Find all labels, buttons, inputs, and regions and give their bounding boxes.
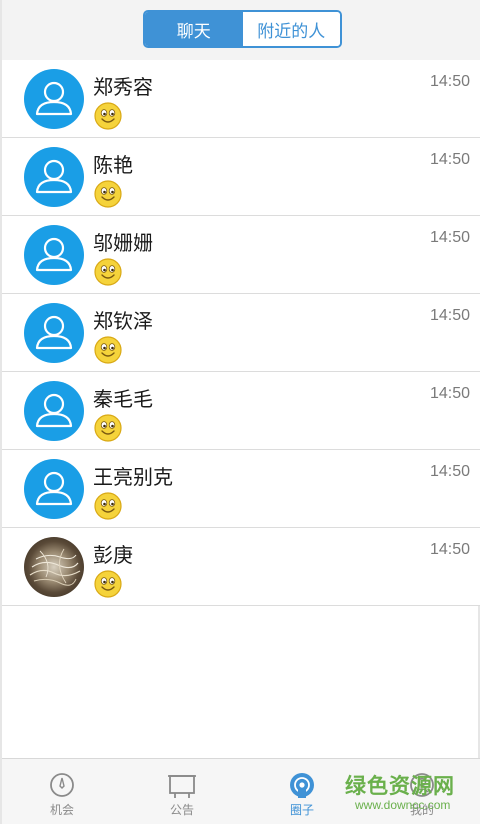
message-time: 14:50 [429, 463, 470, 480]
avatar-photo [24, 537, 84, 597]
smile-emoji-icon [94, 414, 122, 442]
chat-row[interactable]: 陈艳 14:50 [2, 138, 480, 216]
person-icon [35, 159, 73, 194]
chat-row[interactable]: 王亮别克 14:50 [2, 450, 480, 528]
tab-label: 公告 [169, 803, 194, 817]
message-time: 14:50 [429, 73, 470, 90]
smile-emoji-icon [94, 180, 122, 208]
smile-emoji-icon [94, 102, 122, 130]
chat-row[interactable]: 邬姗姗 14:50 [2, 216, 480, 294]
contact-name: 王亮别克 [93, 465, 173, 489]
smile-emoji-icon [94, 258, 122, 286]
smile-emoji-icon [94, 336, 122, 364]
avatar [24, 147, 84, 207]
tab-opportunity[interactable]: 机会 [2, 759, 122, 824]
avatar [24, 381, 84, 441]
board-icon [168, 775, 196, 798]
segmented-control: 聊天 附近的人 [143, 10, 342, 48]
message-time: 14:50 [429, 307, 470, 324]
person-icon [35, 237, 73, 272]
message-time: 14:50 [429, 151, 470, 168]
contact-name: 郑秀容 [93, 75, 153, 99]
top-bar: 聊天 附近的人 [2, 0, 480, 60]
avatar [24, 69, 84, 129]
app-frame: 聊天 附近的人 郑秀容 14:50 陈艳 14:50 邬姗姗 14:50 郑钦泽… [0, 0, 480, 824]
tab-circle[interactable]: 圈子 [242, 759, 362, 824]
chat-row[interactable]: 郑秀容 14:50 [2, 60, 480, 138]
person-icon [35, 471, 73, 506]
avatar [24, 459, 84, 519]
chat-list: 郑秀容 14:50 陈艳 14:50 邬姗姗 14:50 郑钦泽 14:50 秦… [2, 60, 480, 606]
chat-row[interactable]: 彭庚 14:50 [2, 528, 480, 606]
tab-nearby[interactable]: 附近的人 [242, 12, 340, 46]
compass-icon [50, 773, 74, 797]
watermark-text: 绿色资源网 [345, 774, 455, 798]
contact-name: 秦毛毛 [93, 387, 153, 411]
avatar [24, 303, 84, 363]
message-time: 14:50 [429, 541, 470, 558]
contact-name: 郑钦泽 [93, 309, 153, 333]
watermark-url: www.downcc.com [355, 798, 451, 812]
photo-texture [29, 548, 81, 586]
person-icon [35, 315, 73, 350]
tab-chat[interactable]: 聊天 [145, 12, 243, 46]
person-icon [35, 81, 73, 116]
chat-row[interactable]: 郑钦泽 14:50 [2, 294, 480, 372]
chat-row[interactable]: 秦毛毛 14:50 [2, 372, 480, 450]
tab-label: 机会 [49, 803, 74, 817]
message-time: 14:50 [429, 229, 470, 246]
tab-notice[interactable]: 公告 [122, 759, 242, 824]
circle-icon [290, 773, 314, 798]
smile-emoji-icon [94, 492, 122, 520]
message-time: 14:50 [429, 385, 470, 402]
watermark: 绿色资源网 www.downcc.com [345, 770, 463, 816]
tab-label: 圈子 [289, 803, 314, 817]
smile-emoji-icon [94, 570, 122, 598]
contact-name: 邬姗姗 [93, 231, 153, 255]
contact-name: 陈艳 [93, 153, 133, 177]
person-icon [35, 393, 73, 428]
contact-name: 彭庚 [93, 543, 133, 567]
avatar [24, 225, 84, 285]
